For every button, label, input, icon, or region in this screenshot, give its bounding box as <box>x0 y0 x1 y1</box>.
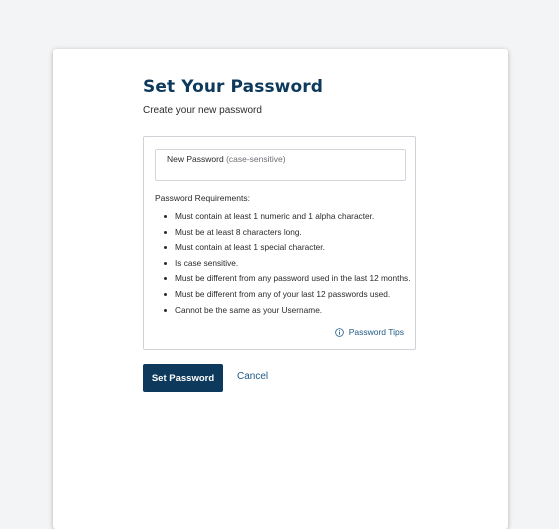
new-password-label: New Password <box>167 154 224 164</box>
password-tips-label: Password Tips <box>348 327 404 337</box>
requirement-item: Must be at least 8 characters long. <box>155 227 411 243</box>
requirements-title: Password Requirements: <box>155 193 250 203</box>
info-icon <box>334 327 344 337</box>
requirement-item: Must be different from any of your last … <box>155 289 411 305</box>
password-tips-link[interactable]: Password Tips <box>334 327 404 337</box>
requirement-item: Must contain at least 1 numeric and 1 al… <box>155 211 411 227</box>
new-password-field[interactable]: New Password (case-sensitive) <box>155 149 406 181</box>
requirement-item: Must be different from any password used… <box>155 273 411 289</box>
requirement-item: Must contain at least 1 special characte… <box>155 242 411 258</box>
page-subtitle: Create your new password <box>143 105 262 116</box>
password-card: Set Your Password Create your new passwo… <box>53 49 508 529</box>
requirement-item: Is case sensitive. <box>155 258 411 274</box>
new-password-hint: (case-sensitive) <box>226 154 286 164</box>
page-title: Set Your Password <box>143 77 324 97</box>
password-panel: New Password (case-sensitive) Password R… <box>143 136 416 350</box>
requirements-list: Must contain at least 1 numeric and 1 al… <box>155 211 411 320</box>
cancel-button[interactable]: Cancel <box>237 371 268 382</box>
set-password-button[interactable]: Set Password <box>143 364 223 392</box>
requirement-item: Cannot be the same as your Username. <box>155 305 411 321</box>
